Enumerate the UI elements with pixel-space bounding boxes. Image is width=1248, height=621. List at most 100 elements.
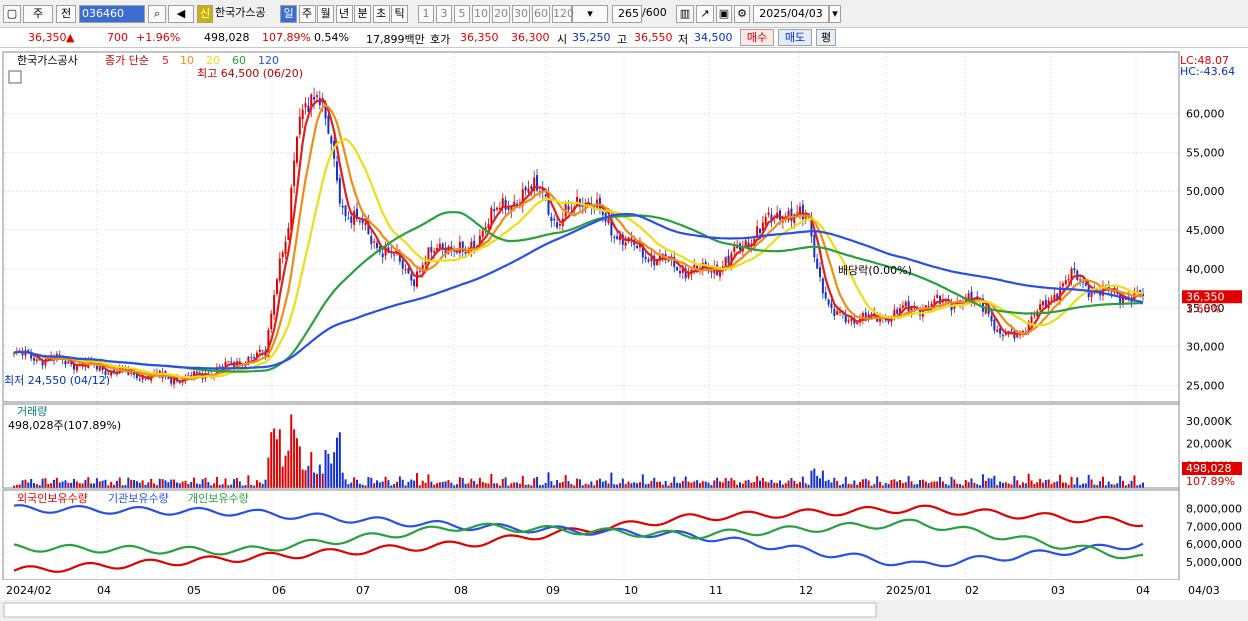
volume-bar xyxy=(178,483,181,488)
volume-bar xyxy=(544,483,547,488)
period-button[interactable]: 전 xyxy=(56,5,76,23)
candle-body xyxy=(273,295,276,315)
volume-bar xyxy=(44,478,47,488)
last-volume-pct: 107.89% xyxy=(1186,475,1235,488)
calendar-icon[interactable]: ▾ xyxy=(829,5,841,23)
minute-120[interactable]: 120 xyxy=(552,5,574,23)
volume-bar xyxy=(690,482,693,488)
volume-bar xyxy=(350,482,353,488)
volume-bar xyxy=(1130,480,1133,488)
dropdown[interactable]: ▾ xyxy=(572,5,608,23)
sell-button[interactable]: 매도 xyxy=(778,29,812,46)
volume-bar xyxy=(496,483,499,488)
market-select[interactable]: 주 xyxy=(23,5,53,23)
count-input[interactable]: 265 xyxy=(612,5,642,23)
volume-bar xyxy=(976,484,979,488)
volume-tick: 20,000K xyxy=(1186,437,1232,450)
volume-bar xyxy=(601,481,604,488)
volume-bar xyxy=(135,481,138,488)
volume-bar xyxy=(64,480,67,488)
volume-bar xyxy=(604,480,607,488)
candle-body xyxy=(567,205,570,211)
x-tick: 11 xyxy=(709,584,723,597)
candle-body xyxy=(298,116,301,135)
candle-body xyxy=(407,268,410,274)
interval-5[interactable]: 분 xyxy=(354,5,371,23)
gear-icon[interactable]: ⚙ xyxy=(734,5,750,23)
volume-bar xyxy=(133,480,136,488)
interval-3[interactable]: 월 xyxy=(317,5,334,23)
volume-bar xyxy=(421,480,424,488)
volume-bar xyxy=(781,484,784,488)
minute-20[interactable]: 20 xyxy=(492,5,510,23)
volume-bar xyxy=(950,476,953,488)
draw-icon[interactable]: ↗ xyxy=(696,5,714,23)
save-icon[interactable]: ▣ xyxy=(716,5,732,23)
minute-60[interactable]: 60 xyxy=(532,5,550,23)
minute-1[interactable]: 1 xyxy=(418,5,434,23)
volume-bar xyxy=(673,476,676,488)
volume-bar xyxy=(693,481,696,488)
minute-10[interactable]: 10 xyxy=(472,5,490,23)
candle-body xyxy=(1067,279,1070,281)
volume-bar xyxy=(261,483,264,488)
volume-bar xyxy=(650,481,653,488)
volume-bar xyxy=(18,484,21,488)
volume-bar xyxy=(596,480,599,488)
volume-bar xyxy=(1039,478,1042,488)
search-icon[interactable]: ⌕ xyxy=(148,5,166,23)
price-tick: 45,000 xyxy=(1186,224,1225,237)
volume-bar xyxy=(167,482,170,488)
volume-bar xyxy=(141,480,144,488)
candle-body xyxy=(570,207,573,209)
candle-body xyxy=(667,260,670,262)
volume-bar xyxy=(1113,484,1116,488)
volume-bar xyxy=(41,478,44,488)
buy-button[interactable]: 매수 xyxy=(740,29,774,46)
interval-1[interactable]: 일 xyxy=(280,5,297,23)
volume-bar xyxy=(687,481,690,488)
new-badge[interactable]: 신 xyxy=(197,5,213,23)
interval-6[interactable]: 초 xyxy=(372,5,390,23)
volume-bar xyxy=(570,483,573,488)
x-last-label: 04/03 xyxy=(1188,584,1220,597)
volume-bar xyxy=(824,481,827,488)
price-tick: 60,000 xyxy=(1186,108,1225,121)
table-icon xyxy=(8,70,22,84)
interval-2[interactable]: 주 xyxy=(298,5,316,23)
volume-bar xyxy=(696,480,699,488)
volume-bar xyxy=(630,483,633,488)
date-input[interactable]: 2025/04/03 xyxy=(753,5,829,23)
volume-bar xyxy=(344,479,347,488)
chart-type-icon[interactable]: ▥ xyxy=(676,5,694,23)
candle-body xyxy=(1121,298,1124,303)
minute-3[interactable]: 3 xyxy=(436,5,452,23)
volume-bar xyxy=(284,455,287,488)
candle-body xyxy=(1061,283,1064,287)
volume-bar xyxy=(424,482,427,488)
candle-body xyxy=(330,136,333,144)
speaker-icon[interactable]: ◀ xyxy=(168,5,194,23)
candle-body xyxy=(507,207,510,210)
eval-button[interactable]: 평 xyxy=(816,29,836,46)
min-label: 최저 24,550 (04/12) xyxy=(4,374,110,387)
candle-body xyxy=(284,241,287,254)
volume-bar xyxy=(684,476,687,488)
minute-5[interactable]: 5 xyxy=(454,5,470,23)
interval-4[interactable]: 년 xyxy=(335,5,353,23)
candle-body xyxy=(607,218,610,224)
volume-bar xyxy=(298,446,301,488)
volume-bar xyxy=(270,432,273,488)
volume-bar xyxy=(70,482,73,488)
stock-code-input[interactable]: 036460 xyxy=(79,5,145,23)
volume-bar xyxy=(890,480,893,488)
candle-body xyxy=(530,186,533,189)
volume-bar xyxy=(67,482,70,488)
chart-area[interactable]: 60,00055,00050,00045,00040,00035,00030,0… xyxy=(0,48,1248,621)
volume-bar xyxy=(810,470,813,488)
volume-bar xyxy=(275,439,278,488)
volume-bar xyxy=(844,476,847,488)
interval-7[interactable]: 틱 xyxy=(391,5,408,23)
minute-30[interactable]: 30 xyxy=(512,5,530,23)
window-icon[interactable]: ▢ xyxy=(3,5,21,23)
